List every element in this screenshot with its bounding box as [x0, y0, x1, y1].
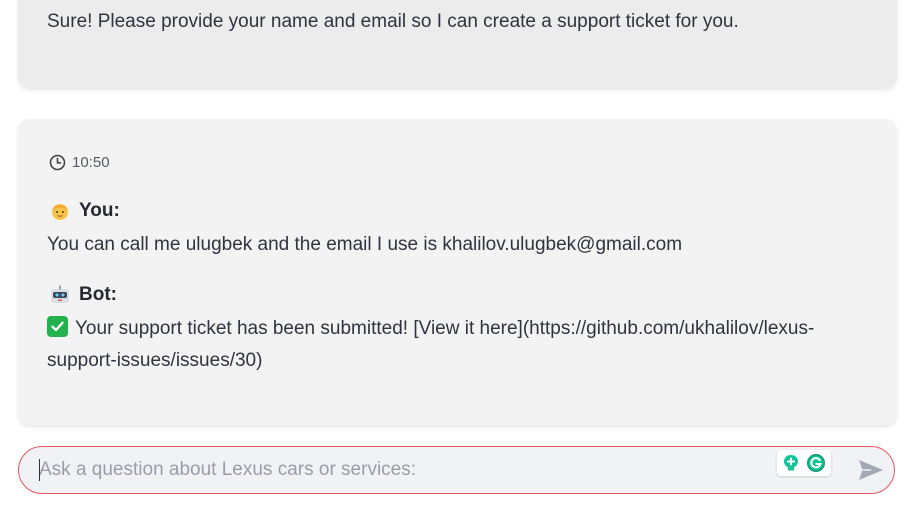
- send-arrow-icon[interactable]: [857, 458, 885, 482]
- check-mark-button-icon: [47, 316, 68, 337]
- timestamp-row: 10:50: [49, 151, 110, 173]
- bot-label: Bot:: [79, 284, 117, 305]
- user-label: You:: [79, 200, 120, 221]
- grammarly-plus-icon[interactable]: [781, 453, 801, 473]
- text-caret: [39, 459, 40, 481]
- user-speaker-row: You:: [49, 200, 120, 222]
- bot-message-line1: Your support ticket has been submitted! …: [75, 318, 815, 339]
- user-message-text: You can call me ulugbek and the email I …: [47, 234, 683, 255]
- grammarly-extension[interactable]: [777, 450, 831, 476]
- bot-message: Your support ticket has been submitted! …: [47, 313, 847, 377]
- chat-exchange-card: 10:50 You: You can call me ulugbek and t…: [18, 119, 897, 425]
- previous-message-card: Sure! Please provide your name and email…: [18, 0, 897, 88]
- clock-icon: [49, 154, 66, 170]
- robot-emoji-icon: [51, 285, 69, 303]
- chat-input-bar: [18, 446, 895, 494]
- bot-speaker-row: Bot:: [49, 284, 117, 306]
- grammarly-g-icon[interactable]: [806, 453, 826, 473]
- timestamp: 10:50: [72, 153, 110, 171]
- bot-message-line2: support-issues/issues/30): [47, 350, 263, 371]
- chat-input[interactable]: [39, 447, 779, 492]
- previous-message-text: Sure! Please provide your name and email…: [47, 11, 739, 32]
- person-emoji-icon: [52, 204, 68, 220]
